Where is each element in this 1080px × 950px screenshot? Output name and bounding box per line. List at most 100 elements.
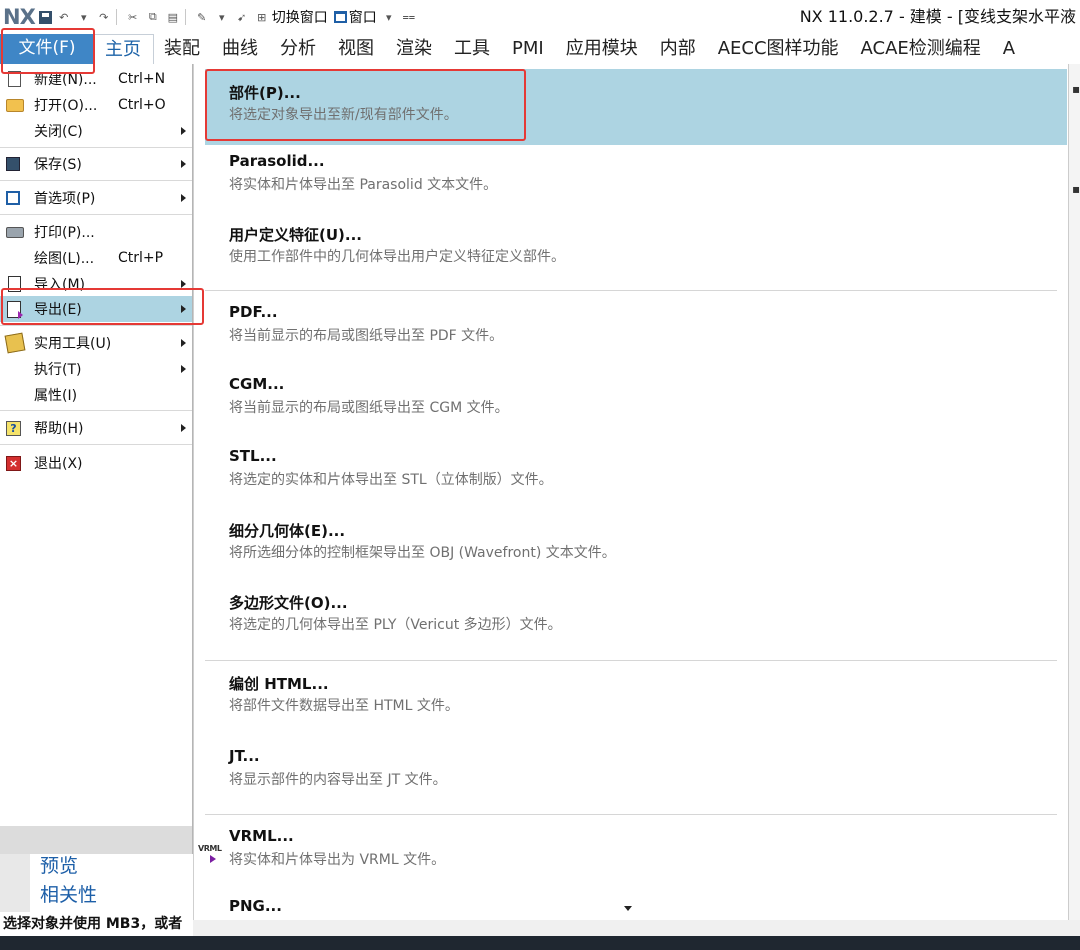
- submenu-arrow-icon: [181, 424, 186, 432]
- export-udf-item[interactable]: 用户定义特征(U)... 使用工作部件中的几何体导出用户定义特征定义部件。: [205, 211, 1067, 287]
- tab-view[interactable]: 视图: [328, 34, 386, 64]
- switch-window-button[interactable]: 切换窗口: [272, 7, 328, 27]
- switch-window-icon[interactable]: ⊞: [254, 9, 270, 25]
- scroll-down-arrow-icon[interactable]: [624, 906, 632, 911]
- menu-item-label: 导入(M): [34, 277, 86, 293]
- undo-icon[interactable]: ↶: [56, 9, 72, 25]
- menu-item-execute[interactable]: 执行(T): [0, 356, 192, 382]
- menu-item-new[interactable]: 新建(N)... Ctrl+N: [0, 66, 192, 92]
- tab-pmi[interactable]: PMI: [502, 34, 556, 64]
- menu-item-help[interactable]: ? 帮助(H): [0, 415, 192, 441]
- save-icon[interactable]: [38, 10, 52, 24]
- window-icon[interactable]: [333, 11, 347, 23]
- nx-logo: NX: [3, 5, 36, 29]
- repeat-command-icon[interactable]: ➹: [234, 9, 250, 25]
- redo-icon[interactable]: ↷: [96, 9, 112, 25]
- menu-item-import[interactable]: 导入(M): [0, 271, 192, 297]
- customize-toolbar-icon[interactable]: ⩵: [401, 9, 417, 25]
- dropdown-arrow-icon[interactable]: ▾: [381, 9, 397, 25]
- menu-item-export[interactable]: 导出(E): [0, 296, 192, 322]
- export-parasolid-item[interactable]: Parasolid... 将实体和片体导出至 Parasolid 文本文件。: [205, 139, 1067, 215]
- menu-divider: [0, 180, 192, 181]
- import-icon: [8, 276, 21, 292]
- printer-icon: [6, 226, 24, 238]
- paste-icon[interactable]: ▤: [165, 9, 181, 25]
- file-menu: 新建(N)... Ctrl+N 打开(O)... Ctrl+O 关闭(C) 保存…: [0, 64, 193, 854]
- menu-item-open[interactable]: 打开(O)... Ctrl+O: [0, 92, 192, 118]
- menu-divider: [0, 147, 192, 148]
- menu-item-label: 执行(T): [34, 362, 82, 378]
- item-title: STL...: [229, 447, 277, 465]
- item-description: 将所选细分体的控制框架导出至 OBJ (Wavefront) 文本文件。: [229, 545, 616, 561]
- export-polygon-item[interactable]: 多边形文件(O)... 将选定的几何体导出至 PLY（Vericut 多边形）文…: [205, 579, 1067, 655]
- tab-render[interactable]: 渲染: [386, 34, 444, 64]
- export-subdivision-item[interactable]: 细分几何体(E)... 将所选细分体的控制框架导出至 OBJ (Wavefron…: [205, 507, 1067, 583]
- menu-item-label: 属性(I): [34, 388, 78, 404]
- export-png-item[interactable]: PNG...: [205, 884, 1067, 914]
- export-html-item[interactable]: 编创 HTML... 将部件文件数据导出至 HTML 文件。: [205, 660, 1067, 736]
- menu-item-preferences[interactable]: 首选项(P): [0, 185, 192, 211]
- tab-internal[interactable]: 内部: [650, 34, 708, 64]
- tab-home[interactable]: 主页: [94, 34, 154, 64]
- menu-item-exit[interactable]: × 退出(X): [0, 450, 192, 476]
- exit-icon: ×: [6, 455, 21, 471]
- tab-acae-inspection[interactable]: ACAE检测编程: [851, 34, 993, 64]
- export-vrml-item[interactable]: VRML... 将实体和片体导出为 VRML 文件。: [205, 814, 1067, 890]
- menu-item-utilities[interactable]: 实用工具(U): [0, 330, 192, 356]
- tab-analysis[interactable]: 分析: [270, 34, 328, 64]
- submenu-arrow-icon: [181, 339, 186, 347]
- menu-divider: [0, 325, 192, 326]
- submenu-arrow-icon: [181, 160, 186, 168]
- preferences-icon: [6, 191, 20, 205]
- menu-item-label: 帮助(H): [34, 421, 84, 437]
- tab-tools[interactable]: 工具: [444, 34, 502, 64]
- dropdown-arrow-icon[interactable]: ▾: [76, 9, 92, 25]
- navigator-relations-section[interactable]: 相关性: [40, 880, 97, 907]
- navigator-preview-section[interactable]: 预览: [40, 851, 78, 878]
- export-submenu: 部件(P)... 将选定对象导出至新/现有部件文件。 Parasolid... …: [193, 64, 1073, 920]
- export-stl-item[interactable]: STL... 将选定的实体和片体导出至 STL（立体制版）文件。: [205, 434, 1067, 510]
- save-icon: [6, 157, 20, 171]
- item-title: 细分几何体(E)...: [229, 522, 346, 540]
- window-menu-button[interactable]: 窗口: [349, 7, 377, 27]
- tab-more[interactable]: A: [993, 34, 1027, 64]
- menu-item-close[interactable]: 关闭(C): [0, 118, 192, 144]
- item-description: 将显示部件的内容导出至 JT 文件。: [229, 772, 447, 788]
- new-file-icon: [8, 71, 21, 87]
- os-taskbar: [0, 936, 1080, 950]
- item-title: 用户定义特征(U)...: [229, 226, 362, 244]
- tab-aecc-drawing[interactable]: AECC图样功能: [708, 34, 851, 64]
- menu-divider: [0, 214, 192, 215]
- menu-item-plot[interactable]: 绘图(L)... Ctrl+P: [0, 245, 192, 271]
- menu-footer: [0, 826, 192, 854]
- ribbon-tab-bar: 文件(F) 主页 装配 曲线 分析 视图 渲染 工具 PMI 应用模块 内部 A…: [0, 34, 1080, 64]
- menu-item-print[interactable]: 打印(P)...: [0, 219, 192, 245]
- tab-assembly[interactable]: 装配: [154, 34, 212, 64]
- menu-divider: [0, 444, 192, 445]
- item-description: 将选定的几何体导出至 PLY（Vericut 多边形）文件。: [229, 617, 562, 633]
- item-title: VRML...: [229, 827, 294, 845]
- tab-curve[interactable]: 曲线: [212, 34, 270, 64]
- dropdown-arrow-icon[interactable]: ▾: [214, 9, 230, 25]
- tab-applications[interactable]: 应用模块: [556, 34, 650, 64]
- submenu-arrow-icon: [181, 280, 186, 288]
- export-pdf-item[interactable]: PDF... 将当前显示的布局或图纸导出至 PDF 文件。: [205, 290, 1067, 366]
- item-description: 使用工作部件中的几何体导出用户定义特征定义部件。: [229, 249, 565, 265]
- panel-glyph-icon: ▪: [1072, 182, 1080, 196]
- menu-item-save[interactable]: 保存(S): [0, 151, 192, 177]
- export-cgm-item[interactable]: CGM... 将当前显示的布局或图纸导出至 CGM 文件。: [205, 362, 1067, 438]
- menu-item-label: 退出(X): [34, 456, 83, 472]
- export-part-item[interactable]: 部件(P)... 将选定对象导出至新/现有部件文件。: [205, 69, 1067, 145]
- toolbar-divider: [184, 9, 186, 25]
- submenu-arrow-icon: [181, 305, 186, 313]
- export-icon: [7, 300, 23, 319]
- cut-icon[interactable]: ✂: [125, 9, 141, 25]
- navigator-gutter: [0, 854, 30, 912]
- item-description: 将实体和片体导出为 VRML 文件。: [229, 852, 446, 868]
- tab-file[interactable]: 文件(F): [0, 34, 94, 64]
- copy-icon[interactable]: ⧉: [145, 9, 161, 25]
- submenu-arrow-icon: [181, 127, 186, 135]
- menu-item-properties[interactable]: 属性(I): [0, 382, 192, 408]
- export-jt-item[interactable]: JT... 将显示部件的内容导出至 JT 文件。: [205, 734, 1067, 810]
- touch-mode-icon[interactable]: ✎: [194, 9, 210, 25]
